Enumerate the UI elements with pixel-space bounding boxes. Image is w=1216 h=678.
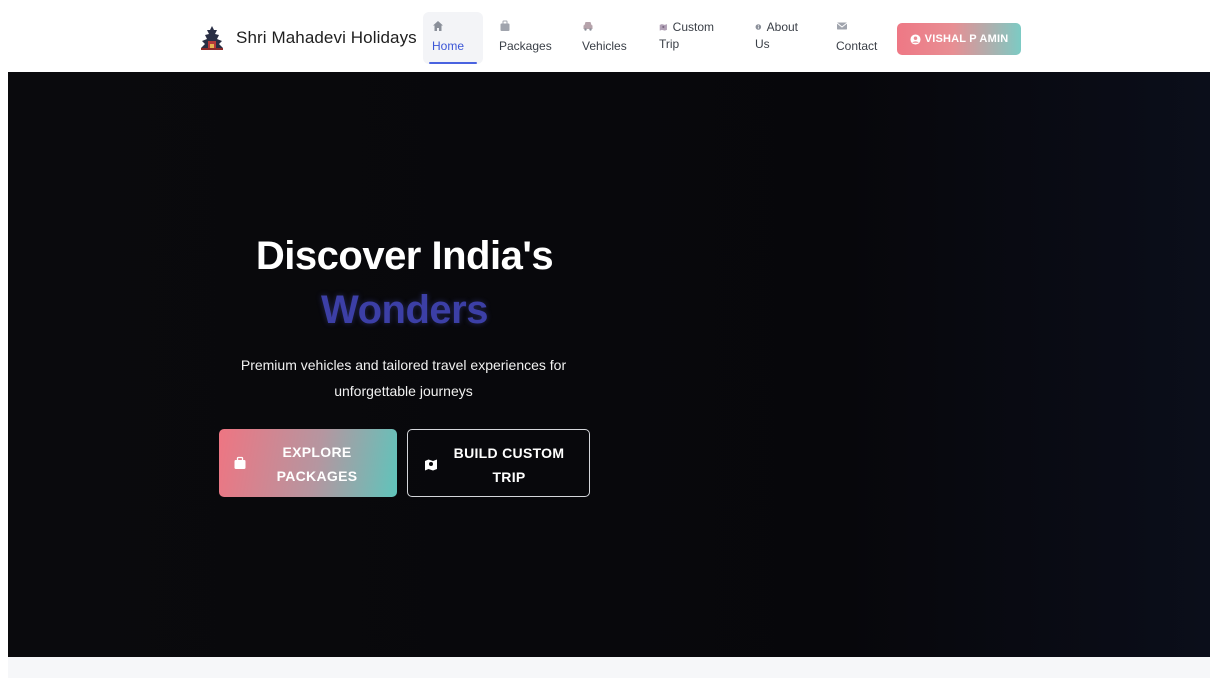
- hero-subtitle: Premium vehicles and tailored travel exp…: [206, 352, 601, 404]
- nav-packages[interactable]: Packages: [490, 12, 556, 64]
- map-icon: [659, 24, 667, 31]
- user-circle-icon: [910, 33, 921, 45]
- explore-packages-label: EXPLORE PACKAGES: [259, 440, 375, 488]
- nav-about-us-row: About: [755, 20, 798, 34]
- hero-accent-title: Wonders: [321, 288, 488, 332]
- user-account-button[interactable]: VISHAL P AMIN: [897, 23, 1021, 55]
- nav-label: Home: [432, 39, 465, 53]
- build-custom-trip-button[interactable]: BUILD CUSTOM TRIP: [407, 429, 590, 497]
- nav-label: Vehicles: [582, 39, 627, 53]
- suitcase-icon: [234, 456, 246, 469]
- map-marker-icon: [425, 459, 437, 471]
- build-custom-trip-label: BUILD CUSTOM TRIP: [448, 441, 570, 489]
- nav-home[interactable]: Home: [423, 12, 483, 64]
- hero-title: Discover India's: [255, 234, 554, 278]
- nav-label-line2: Trip: [659, 37, 680, 51]
- nav-about-us[interactable]: About Us: [746, 12, 806, 64]
- hero-section: Discover India's Wonders Premium vehicle…: [8, 72, 1210, 657]
- info-icon: [755, 24, 762, 30]
- nav-label: Contact: [836, 39, 878, 53]
- user-name: VISHAL P AMIN: [924, 33, 1009, 45]
- nav-vehicles[interactable]: Vehicles: [573, 12, 633, 64]
- nav-custom-trip[interactable]: Custom Trip: [650, 12, 722, 64]
- explore-line2: PACKAGES: [276, 468, 358, 484]
- brand[interactable]: Shri Mahadevi Holidays: [198, 22, 417, 54]
- explore-packages-button[interactable]: EXPLORE PACKAGES: [219, 429, 397, 497]
- nav-label: Custom: [672, 20, 714, 34]
- home-icon: [433, 21, 443, 31]
- suitcase-icon: [500, 20, 510, 31]
- nav-custom-trip-row: Custom: [659, 20, 714, 34]
- nav-label-line2: Us: [755, 37, 770, 51]
- explore-line1: EXPLORE: [282, 444, 352, 460]
- brand-name: Shri Mahadevi Holidays: [236, 28, 417, 47]
- envelope-icon: [836, 22, 848, 30]
- temple-logo-icon: [201, 26, 223, 50]
- custom-line2: TRIP: [492, 469, 526, 485]
- custom-line1: BUILD CUSTOM: [453, 445, 565, 461]
- page: Shri Mahadevi Holidays Home Packages Veh…: [0, 0, 1216, 678]
- hero-subtitle-line1: Premium vehicles and tailored travel exp…: [240, 357, 567, 373]
- nav-label: Packages: [499, 39, 552, 53]
- navbar: Shri Mahadevi Holidays Home Packages Veh…: [0, 0, 1216, 72]
- next-section-edge: [8, 657, 1210, 678]
- car-icon: [583, 22, 593, 31]
- hero-subtitle-line2: unforgettable journeys: [334, 383, 473, 399]
- nav-label: About: [766, 20, 798, 34]
- nav-contact[interactable]: Contact: [827, 12, 891, 64]
